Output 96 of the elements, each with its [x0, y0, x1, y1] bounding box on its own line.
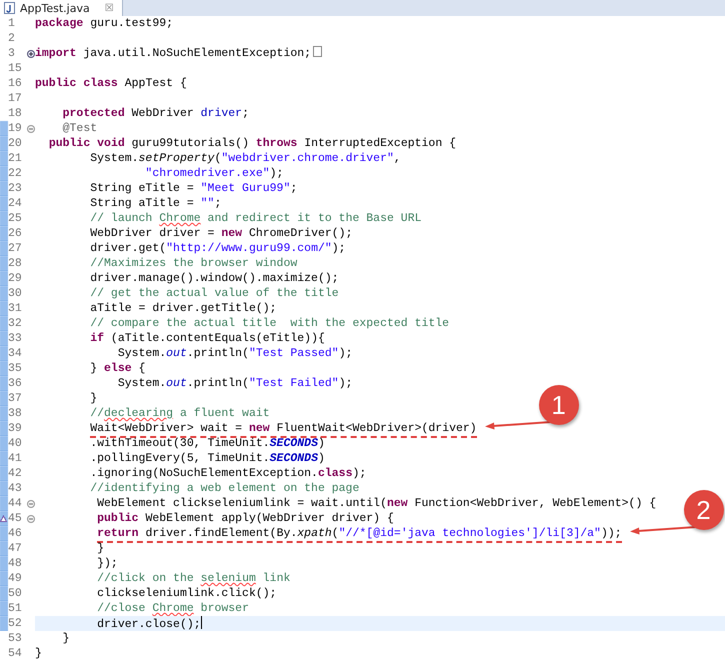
code-line: WebDriver driver = new ChromeDriver();: [89, 227, 352, 240]
line-number: 28: [8, 256, 23, 271]
line-number: 1: [8, 16, 16, 31]
code-line: return driver.findElement(By.xpath("//*[@id='java technologies']/li[3]/a"));: [35, 527, 622, 543]
code-line: public class AppTest {: [35, 77, 187, 90]
code-line: public WebElement apply(WebDriver driver) {: [96, 512, 394, 525]
code-line: protected WebDriver driver;: [62, 107, 249, 120]
code-line: String eTitle = "Meet Guru99";: [89, 182, 298, 195]
code-line: //declearing a fluent wait: [89, 407, 270, 420]
code-line: public void guru99tutorials() throws InterruptedException {: [48, 137, 456, 150]
line-number: 40: [8, 436, 23, 451]
folded-code-icon[interactable]: [313, 46, 322, 57]
line-number: 35: [8, 361, 23, 376]
line-number: 27: [8, 241, 23, 256]
line-number: 36: [8, 376, 23, 391]
code-line: driver.close();: [96, 618, 201, 631]
line-number: 30: [8, 286, 23, 301]
line-number: 52: [8, 616, 23, 631]
line-number: 39: [8, 421, 23, 436]
code-line: @Test: [62, 122, 98, 135]
line-number: 47: [8, 541, 23, 556]
tab-title: AppTest.java: [20, 2, 90, 14]
line-number: 21: [8, 151, 23, 166]
line-number: 16: [8, 76, 23, 91]
code-line: import java.util.NoSuchElementException;: [35, 47, 312, 60]
callout-number: 1: [538, 385, 579, 425]
line-number: 24: [8, 196, 23, 211]
line-number: 51: [8, 601, 23, 616]
collapse-icon[interactable]: [27, 514, 35, 522]
code-line: Wait<WebDriver> wait = new FluentWait<WebDriver>(driver): [35, 422, 477, 438]
line-number: 32: [8, 316, 23, 331]
line-number: 25: [8, 211, 23, 226]
line-number: 31: [8, 301, 23, 316]
code-line: // get the actual value of the title: [89, 287, 339, 300]
code-line: driver.get("http://www.guru99.com/");: [89, 242, 346, 255]
code-line: }: [96, 542, 104, 555]
expand-icon[interactable]: [27, 50, 35, 58]
java-file-icon: [4, 2, 15, 14]
callout-number: 2: [684, 490, 724, 530]
line-number: 34: [8, 346, 23, 361]
code-line: //identifying a web element on the page: [89, 482, 360, 495]
code-line: //close Chrome browser: [96, 602, 249, 615]
code-line: } else {: [89, 362, 146, 375]
code-line: //Maximizes the browser window: [89, 257, 298, 270]
code-line: .withTimeout(30, TimeUnit.SECONDS): [89, 437, 325, 450]
code-line: aTitle = driver.getTitle();: [89, 302, 277, 315]
close-icon[interactable]: ☒: [104, 2, 114, 14]
line-number: 20: [8, 136, 23, 151]
line-number: 23: [8, 181, 23, 196]
code-line: .ignoring(NoSuchElementException.class);: [89, 467, 366, 480]
code-line: // compare the actual title with the expected title: [89, 317, 450, 330]
line-number: 37: [8, 391, 23, 406]
line-number: 17: [8, 91, 23, 106]
code-line: //click on the selenium link: [96, 572, 290, 585]
line-number: 33: [8, 331, 23, 346]
line-number: 43: [8, 481, 23, 496]
code-line: System.setProperty("webdriver.chrome.driver",: [89, 152, 401, 165]
line-number: 46: [8, 526, 23, 541]
code-line: System.out.println("Test Passed");: [116, 347, 353, 360]
line-number: 45: [8, 511, 23, 526]
line-number: 19: [8, 121, 23, 136]
line-number: 53: [8, 631, 23, 646]
line-number: 42: [8, 466, 23, 481]
line-number: 3: [8, 46, 16, 61]
code-line: driver.manage().window().maximize();: [89, 272, 339, 285]
editor-tab[interactable]: AppTest.java ☒: [0, 0, 123, 16]
line-number: 54: [8, 646, 23, 661]
line-number: 50: [8, 586, 23, 601]
code-line: // launch Chrome and redirect it to the Base URL: [89, 212, 422, 225]
collapse-icon[interactable]: [27, 124, 35, 132]
line-number: 22: [8, 166, 23, 181]
code-line: }: [35, 647, 42, 660]
code-line: }: [62, 632, 70, 645]
code-line: package guru.test99;: [35, 17, 174, 30]
code-line: .pollingEvery(5, TimeUnit.SECONDS): [89, 452, 325, 465]
line-number: 15: [8, 61, 23, 76]
line-number: 49: [8, 571, 23, 586]
text-cursor: [200, 616, 202, 629]
line-number: 41: [8, 451, 23, 466]
code-line: String aTitle = "";: [89, 197, 222, 210]
code-line: if (aTitle.contentEquals(eTitle)){: [89, 332, 325, 345]
pointer-arrow: [628, 524, 698, 536]
code-line: });: [96, 557, 118, 570]
collapse-icon[interactable]: [27, 500, 35, 508]
code-line: clickseleniumlink.click();: [96, 587, 277, 600]
code-line: WebElement clickseleniumlink = wait.until(new Function<WebDriver, WebElement>() {: [96, 497, 656, 510]
line-number: 44: [8, 496, 23, 511]
line-number: 48: [8, 556, 23, 571]
code-line: "chromedriver.exe");: [144, 167, 284, 180]
line-number: 26: [8, 226, 23, 241]
line-number: 38: [8, 406, 23, 421]
code-line: System.out.println("Test Failed");: [116, 377, 353, 390]
line-number: 18: [8, 106, 23, 121]
line-number: 2: [8, 31, 16, 46]
code-line: }: [89, 392, 98, 405]
line-number: 29: [8, 271, 23, 286]
